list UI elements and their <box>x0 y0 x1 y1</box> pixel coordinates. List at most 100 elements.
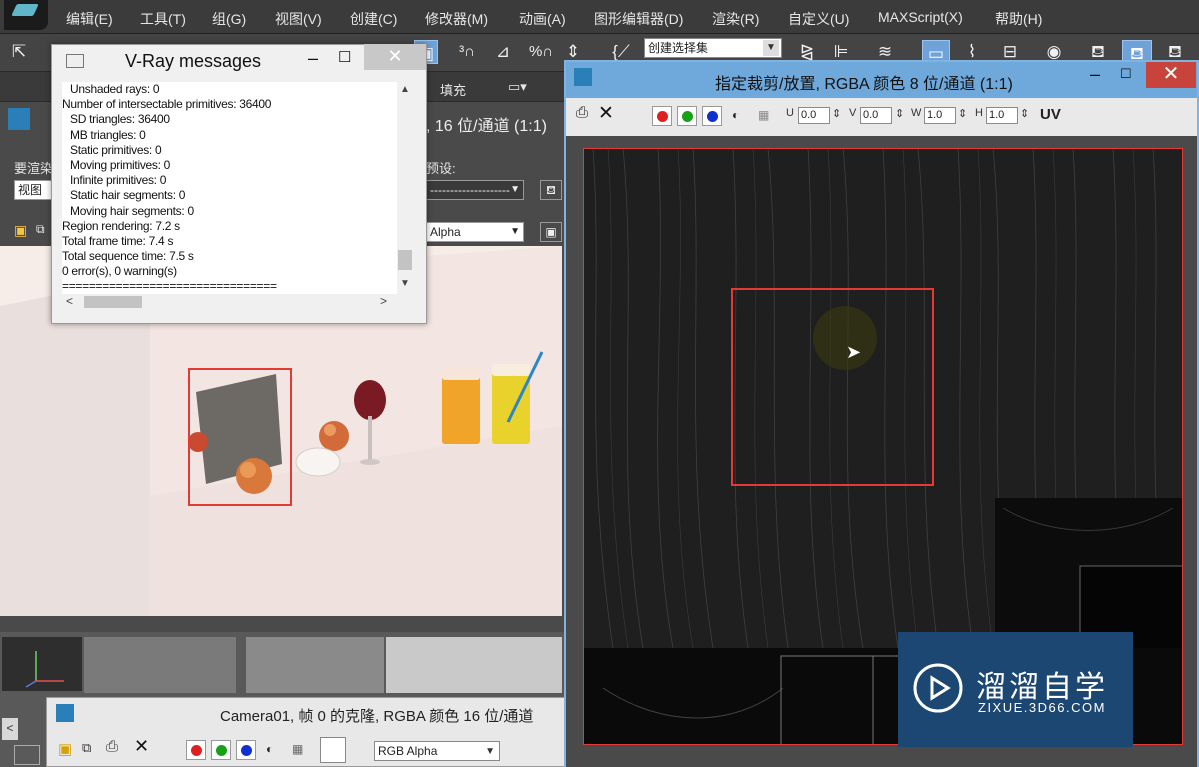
menu-views[interactable]: 视图(V) <box>275 9 322 29</box>
ribbon-tab-fill[interactable]: 填充 <box>440 80 466 99</box>
save-image-icon[interactable]: ▣ <box>14 222 27 239</box>
scroll-down-icon[interactable]: ▼ <box>400 278 410 289</box>
menu-rendering[interactable]: 渲染(R) <box>712 9 759 29</box>
maximize-icon[interactable]: ☐ <box>1120 66 1132 82</box>
chevron-down-icon: ▼ <box>510 226 520 237</box>
named-selection-sets-value: 创建选择集 <box>648 41 709 55</box>
menu-maxscript[interactable]: MAXScript(X) <box>878 9 963 25</box>
menu-create[interactable]: 创建(C) <box>350 9 397 29</box>
green-channel-toggle[interactable] <box>211 740 231 760</box>
clear-icon[interactable]: ✕ <box>134 736 149 757</box>
menu-help[interactable]: 帮助(H) <box>995 9 1042 29</box>
maximize-icon[interactable]: ☐ <box>338 48 351 66</box>
u-label: U <box>786 107 794 119</box>
h-input[interactable]: 1.0 <box>986 107 1018 124</box>
menu-graph-editors[interactable]: 图形编辑器(D) <box>594 9 683 29</box>
scroll-left-icon[interactable]: < <box>66 294 73 308</box>
named-selection-sets-dropdown[interactable]: 创建选择集 ▼ <box>644 38 782 58</box>
ribbon-options-icon[interactable]: ▭▾ <box>508 79 527 95</box>
menu-group[interactable]: 组(G) <box>212 9 246 29</box>
log-line: Static primitives: 0 <box>70 142 162 157</box>
scroll-right-icon[interactable]: > <box>380 294 387 308</box>
menu-customize[interactable]: 自定义(U) <box>788 9 849 29</box>
minimize-icon[interactable]: – <box>1090 64 1100 85</box>
copy-image-icon[interactable]: ⧉ <box>82 740 91 756</box>
menu-tools[interactable]: 工具(T) <box>140 9 186 29</box>
log-line: Region rendering: 7.2 s <box>62 218 180 233</box>
save-image-icon[interactable]: ▣ <box>58 740 72 758</box>
u-input[interactable]: 0.0 <box>798 107 830 124</box>
channel-dropdown-value: Alpha <box>430 225 461 239</box>
copy-image-icon[interactable]: ⧉ <box>36 222 45 237</box>
v-spinner-icon[interactable]: ⇕ <box>895 107 904 120</box>
chevron-down-icon: ▼ <box>510 184 520 195</box>
scroll-up-icon[interactable]: ▲ <box>400 84 410 95</box>
preset-dropdown[interactable]: -------------------- ▼ <box>426 180 524 200</box>
select-object-icon[interactable]: ⇱ <box>8 39 30 65</box>
preset-dropdown-value: -------------------- <box>430 183 510 197</box>
close-icon[interactable]: ✕ <box>364 44 426 70</box>
scroll-left-icon[interactable]: < <box>2 718 18 740</box>
vray-vertical-scrollbar[interactable]: ▲ ▼ <box>397 82 413 294</box>
log-line: ================================ <box>62 279 277 294</box>
log-line: Static hair segments: 0 <box>70 188 186 203</box>
channel-dropdown[interactable]: Alpha ▼ <box>426 222 524 242</box>
red-channel-toggle[interactable] <box>186 740 206 760</box>
display-toggle-icon[interactable]: ▣ <box>540 222 562 242</box>
max-app-icon <box>56 704 74 722</box>
vray-window-title: V-Ray messages <box>125 51 262 71</box>
app-logo-icon[interactable] <box>4 0 48 30</box>
w-input[interactable]: 1.0 <box>924 107 956 124</box>
green-channel-toggle[interactable] <box>677 106 697 126</box>
chevron-down-icon: ▼ <box>763 40 779 56</box>
print-icon[interactable]: ⎙ <box>576 104 588 121</box>
alpha-channel-icon[interactable]: ◐ <box>732 108 739 122</box>
close-icon[interactable]: ✕ <box>1146 62 1196 88</box>
log-line: SD triangles: 36400 <box>70 112 170 127</box>
minimize-icon[interactable]: – <box>308 48 318 69</box>
viewport-tile[interactable] <box>246 637 384 693</box>
log-line: Total frame time: 7.4 s <box>62 233 174 248</box>
area-to-render-label: 要渲染 <box>14 161 54 176</box>
blue-channel-toggle[interactable] <box>236 740 256 760</box>
print-icon[interactable]: ⎙ <box>106 738 118 755</box>
snap-3d-icon[interactable]: ³∩ <box>450 39 484 65</box>
angle-snap-icon[interactable]: ⊿ <box>492 39 514 65</box>
status-bar-icon[interactable] <box>14 745 40 765</box>
alpha-channel-icon[interactable]: ◐ <box>266 742 273 756</box>
w-spinner-icon[interactable]: ⇕ <box>958 107 967 120</box>
u-spinner-icon[interactable]: ⇕ <box>832 107 841 120</box>
menu-animation[interactable]: 动画(A) <box>519 9 566 29</box>
v-label: V <box>849 107 857 119</box>
clone-channel-dropdown[interactable]: RGB Alpha ▼ <box>374 741 500 761</box>
log-line: Moving primitives: 0 <box>70 157 171 172</box>
uv-toggle[interactable]: UV <box>1040 106 1061 123</box>
red-channel-toggle[interactable] <box>652 106 672 126</box>
vray-log-text[interactable]: Unshaded rays: 0 Number of intersectable … <box>62 82 397 294</box>
viewport-tile[interactable] <box>386 637 562 693</box>
clear-icon[interactable]: ✕ <box>598 102 614 125</box>
mono-icon[interactable]: ▦ <box>292 742 303 756</box>
h-spinner-icon[interactable]: ⇕ <box>1020 107 1029 120</box>
max-app-icon <box>574 68 592 86</box>
vray-horizontal-scrollbar[interactable]: < > <box>62 294 412 310</box>
crop-region-rect[interactable] <box>731 288 934 486</box>
mono-icon[interactable]: ▦ <box>758 108 769 122</box>
v-input[interactable]: 0.0 <box>860 107 892 124</box>
view-dropdown-value: 视图 <box>18 183 43 197</box>
scroll-thumb[interactable] <box>398 250 412 270</box>
log-line: MB triangles: 0 <box>70 127 146 142</box>
play-logo-icon <box>913 663 963 713</box>
blue-channel-toggle[interactable] <box>702 106 722 126</box>
menu-edit[interactable]: 编辑(E) <box>66 9 113 29</box>
clone-window-title: Camera01, 帧 0 的克隆, RGBA 颜色 16 位/通道 <box>220 708 534 725</box>
swatch-icon[interactable] <box>320 737 346 763</box>
viewport-tile[interactable] <box>84 637 236 693</box>
menu-modifiers[interactable]: 修改器(M) <box>425 9 488 29</box>
menu-bar: 编辑(E) 工具(T) 组(G) 视图(V) 创建(C) 修改器(M) 动画(A… <box>0 0 1199 34</box>
view-dropdown[interactable]: 视图 <box>14 180 54 200</box>
percent-snap-icon[interactable]: %∩ <box>526 39 556 65</box>
region-selection-rect[interactable] <box>188 368 292 506</box>
scroll-thumb[interactable] <box>84 296 142 308</box>
render-teapot-icon[interactable]: ⛾ <box>540 180 562 200</box>
